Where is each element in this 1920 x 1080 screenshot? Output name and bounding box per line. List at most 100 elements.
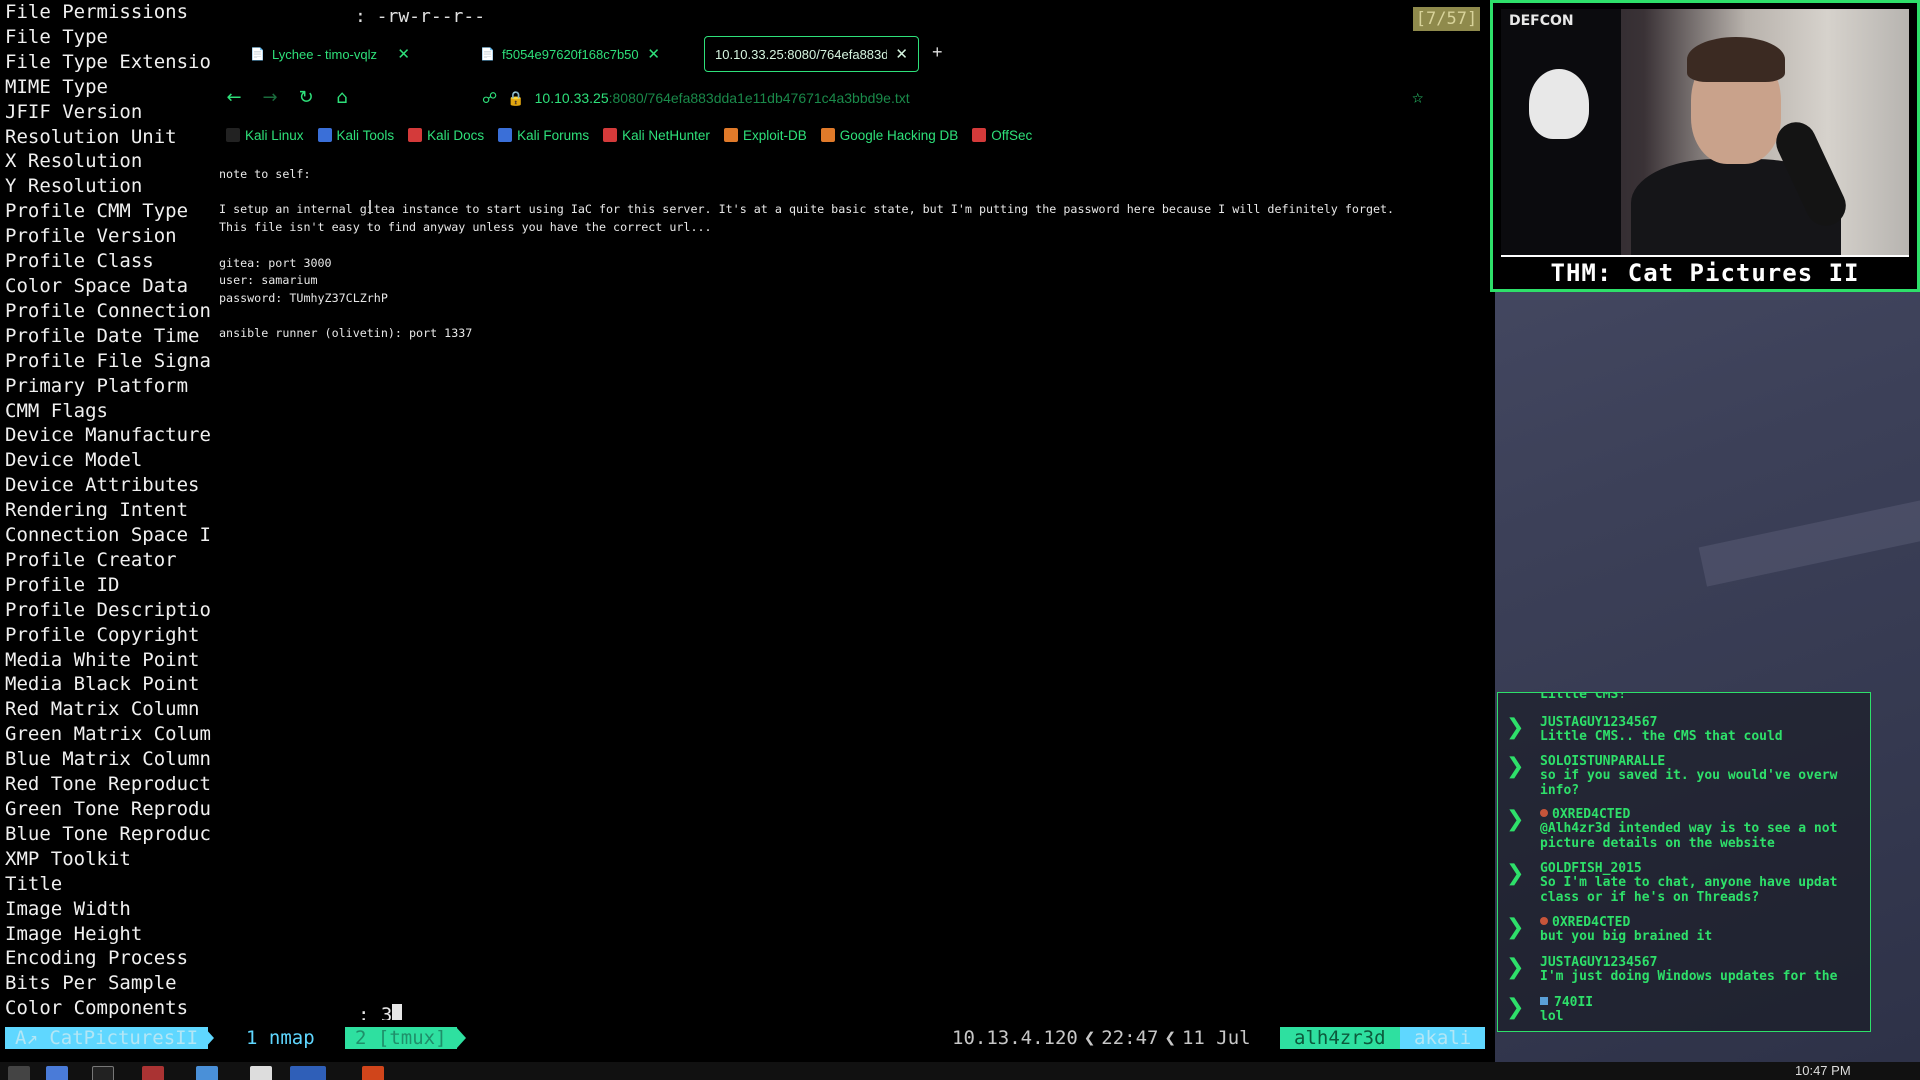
exif-field-label: File Permissions (5, 1, 189, 23)
home-icon[interactable]: ⌂ (330, 86, 354, 110)
exif-field-label: Color Components (5, 997, 189, 1020)
crt-icon[interactable] (142, 1066, 164, 1080)
chevron-right-icon: ❯ (1506, 807, 1525, 832)
bookmark-star-icon[interactable]: ☆ (1412, 86, 1423, 108)
exif-field-label: Device Model (5, 449, 143, 472)
tmux-window-nmap[interactable]: 1 nmap (246, 1027, 315, 1049)
terminal-exif-field-list: File Permissions File Type File Type Exten… (0, 0, 212, 1030)
powerline-arrow-icon (204, 1027, 214, 1049)
poster-label: DEFCON (1509, 13, 1574, 29)
bookmark-item[interactable]: Kali NetHunter (603, 128, 710, 143)
bookmark-item[interactable]: Kali Docs (408, 128, 484, 143)
bookmark-label: Google Hacking DB (839, 127, 959, 143)
kali-tools-icon (317, 128, 332, 142)
ghdb-icon (820, 128, 835, 142)
firefox-icon[interactable] (290, 1066, 326, 1080)
pager-indicator: [7/57] (1413, 7, 1480, 31)
workspace-icon[interactable] (46, 1066, 68, 1080)
chat-username-text: 0XRED4CTED (1552, 807, 1631, 822)
exif-field-label: X Resolution (5, 150, 143, 173)
reload-icon[interactable]: ↻ (294, 86, 318, 110)
chat-text: lol (1540, 1009, 1564, 1024)
subscriber-badge-icon (1540, 997, 1548, 1005)
exif-field-label: Y Resolution (5, 175, 143, 198)
chat-username: JUSTAGUY1234567 (1540, 715, 1657, 730)
exif-field-label: Red Tone Reproducti (5, 773, 212, 796)
chevron-right-icon: ❯ (1506, 955, 1525, 980)
kali-icon (226, 128, 240, 142)
webcam-overlay: DEFCON THM: Cat Pictures II (1490, 0, 1920, 292)
shield-icon[interactable]: ☍ (482, 89, 497, 107)
bookmark-item[interactable]: Kali Forums (498, 128, 589, 143)
back-arrow-icon[interactable]: ← (222, 86, 246, 110)
bookmark-label: Kali Tools (336, 127, 395, 143)
chat-username: 740II (1540, 995, 1593, 1010)
exif-field-label: Green Matrix Column (5, 723, 212, 746)
exif-field-label: Primary Platform (5, 374, 189, 397)
powerline-arrow-icon (456, 1027, 466, 1049)
bookmark-label: OffSec (991, 127, 1033, 143)
bookmark-item[interactable]: Exploit-DB (723, 127, 807, 143)
exif-field-label: Profile Version (5, 225, 177, 248)
text-editor-icon[interactable] (250, 1066, 272, 1080)
bookmark-item[interactable]: Google Hacking DB (820, 127, 959, 143)
chevron-right-icon: ❯ (1506, 715, 1525, 740)
chat-username: JUSTAGUY1234567 (1540, 955, 1657, 970)
tab-lychee[interactable]: 📄 Lychee - timo-vqlz ✕ (240, 36, 420, 72)
kali-menu-icon[interactable] (8, 1066, 30, 1080)
exif-field-label: CMM Flags (5, 399, 108, 422)
text-cursor-icon (369, 200, 371, 214)
chevron-right-icon: ❯ (1506, 995, 1525, 1020)
burp-icon[interactable] (362, 1066, 384, 1080)
terminal-icon[interactable] (92, 1066, 114, 1080)
lock-icon[interactable]: 🔒 (507, 90, 524, 107)
bookmark-item[interactable]: Kali Tools (317, 127, 395, 143)
tab-active-note[interactable]: 10.10.33.25:8080/764efa883d ✕ (704, 36, 919, 72)
exif-field-label: Title (5, 872, 63, 895)
bookmark-item[interactable]: Kali Linux (226, 128, 304, 143)
close-icon[interactable]: ✕ (647, 45, 660, 63)
exif-field-label: Blue Matrix Column (5, 748, 211, 771)
moderator-badge-icon (1540, 809, 1548, 817)
new-tab-button[interactable]: + (932, 42, 943, 63)
exif-field-label: XMP Toolkit (5, 847, 131, 870)
chat-username-text: JUSTAGUY1234567 (1540, 715, 1658, 730)
chat-text: but you big brained it (1540, 929, 1713, 944)
folder-icon[interactable] (196, 1066, 218, 1080)
chat-text: @Alh4zr3d intended way is to see a not p… (1540, 821, 1838, 851)
page-content: note to self: I setup an internal gitea … (212, 152, 1492, 996)
tmux-window-active[interactable]: 2 [tmux] (345, 1027, 457, 1049)
streamer-hair (1687, 37, 1785, 82)
exif-field-label: Media Black Point (5, 673, 200, 696)
kali-forums-icon (498, 128, 513, 142)
chat-overlay: Little CMS! ❯ JUSTAGUY1234567 Little CMS..… (1497, 692, 1871, 1032)
tmux-hostname: alh4zr3d (1280, 1027, 1400, 1049)
exif-field-label: File Type (5, 25, 108, 48)
forward-arrow-icon[interactable]: → (258, 86, 282, 110)
page-icon: 📄 (480, 47, 495, 61)
nethunter-icon (603, 128, 618, 142)
tab-title: f5054e97620f168c7b5088c (502, 46, 639, 62)
tab-title: 10.10.33.25:8080/764efa883d (715, 46, 888, 62)
exif-field-label: Profile Description (5, 598, 212, 621)
close-icon[interactable]: ✕ (397, 45, 410, 63)
bookmark-label: Exploit-DB (742, 127, 807, 143)
stream-title-bar: THM: Cat Pictures II (1501, 255, 1909, 287)
chat-username-text: 740II (1554, 995, 1594, 1010)
chat-username: SOLOISTUNPARALLE (1540, 754, 1665, 769)
bookmarks-toolbar: Kali Linux Kali Tools Kali Docs Kali Forums… (212, 120, 1492, 150)
chat-username-text: GOLDFISH_2015 (1540, 861, 1642, 876)
chat-username-text: SOLOISTUNPARALLE (1540, 754, 1666, 769)
chevron-right-icon: ❯ (1506, 754, 1525, 779)
note-text: note to self: I setup an internal gitea … (219, 167, 1395, 341)
bookmark-item[interactable]: OffSec (972, 128, 1032, 143)
tab-title: Lychee - timo-vqlz (272, 46, 377, 62)
tmux-date: 11 Jul (1181, 1027, 1251, 1049)
url-bar[interactable]: ☍ 🔒 10.10.33.25:8080/764efa883dda1e11db4… (482, 84, 1222, 112)
close-icon[interactable]: ✕ (895, 45, 908, 63)
exif-field-label: Profile Copyright (5, 623, 200, 646)
chat-username: GOLDFISH_2015 (1540, 861, 1642, 876)
tab-file[interactable]: 📄 f5054e97620f168c7b5088c ✕ (470, 36, 670, 72)
url-path: :8080/764efa883dda1e11db47671c4a3bbd9e.t… (608, 90, 910, 106)
exif-field-label: Profile Date Time (5, 324, 200, 347)
